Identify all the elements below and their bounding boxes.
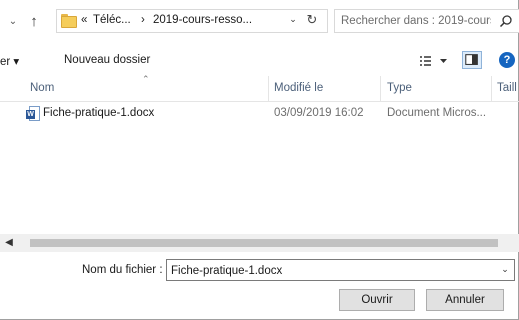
open-button[interactable]: Ouvrir	[339, 289, 415, 311]
filename-combobox[interactable]: ⌄	[166, 259, 515, 281]
column-divider[interactable]	[268, 76, 269, 102]
scroll-left-icon[interactable]: ◀	[2, 236, 16, 250]
chevron-down-icon[interactable]: ⌄	[499, 264, 511, 276]
folder-icon	[61, 14, 77, 28]
refresh-icon[interactable]: ↻	[304, 12, 320, 30]
column-header-modified[interactable]: Modifié le	[274, 82, 323, 94]
list-item[interactable]: W Fiche-pratique-1.docx 03/09/2019 16:02…	[24, 104, 519, 124]
file-type: Document Micros...	[387, 107, 487, 119]
cancel-button[interactable]: Annuler	[426, 289, 504, 311]
breadcrumb-item-telechargements[interactable]: Téléc...	[93, 14, 131, 26]
command-bar: er ▾ Nouveau dossier ?	[0, 46, 519, 76]
filename-input[interactable]	[171, 263, 491, 278]
preview-pane-icon	[465, 54, 478, 65]
search-icon[interactable]	[499, 14, 513, 28]
preview-pane-button[interactable]	[462, 51, 482, 69]
new-folder-button[interactable]: Nouveau dossier	[64, 54, 150, 66]
file-open-dialog: ⌄ ↑ « Téléc... › 2019-cours-resso... ⌄ ↻…	[0, 0, 519, 320]
file-modified: 03/09/2019 16:02	[274, 107, 364, 119]
view-options-icon[interactable]	[420, 54, 450, 68]
breadcrumb-separator[interactable]: ›	[141, 14, 145, 26]
chevron-down-icon[interactable]: ⌄	[286, 14, 300, 28]
column-header-name[interactable]: Nom	[30, 82, 54, 94]
sort-up-icon: ⌃	[142, 74, 150, 84]
word-document-icon: W	[26, 106, 40, 122]
horizontal-scrollbar[interactable]: ◀	[0, 234, 519, 252]
column-header-type[interactable]: Type	[387, 82, 412, 94]
breadcrumb-item-current[interactable]: 2019-cours-resso...	[153, 14, 252, 26]
help-icon[interactable]: ?	[499, 52, 515, 68]
column-header-row: Nom ⌃ Modifié le Type Taill	[0, 74, 519, 102]
scrollbar-thumb[interactable]	[30, 239, 498, 247]
column-divider[interactable]	[380, 76, 381, 102]
column-header-size[interactable]: Taill	[497, 82, 517, 94]
search-box[interactable]	[334, 9, 519, 33]
search-input[interactable]	[341, 13, 491, 29]
filename-label: Nom du fichier :	[82, 264, 163, 276]
chevron-down-icon[interactable]: ⌄	[6, 14, 20, 30]
address-row: ⌄ ↑ « Téléc... › 2019-cours-resso... ⌄ ↻	[0, 0, 519, 46]
arrow-up-icon[interactable]: ↑	[24, 12, 44, 32]
organize-menu[interactable]: er ▾	[0, 54, 19, 68]
column-divider[interactable]	[491, 76, 492, 102]
file-name: Fiche-pratique-1.docx	[43, 107, 155, 119]
breadcrumb-overflow[interactable]: «	[81, 14, 87, 26]
